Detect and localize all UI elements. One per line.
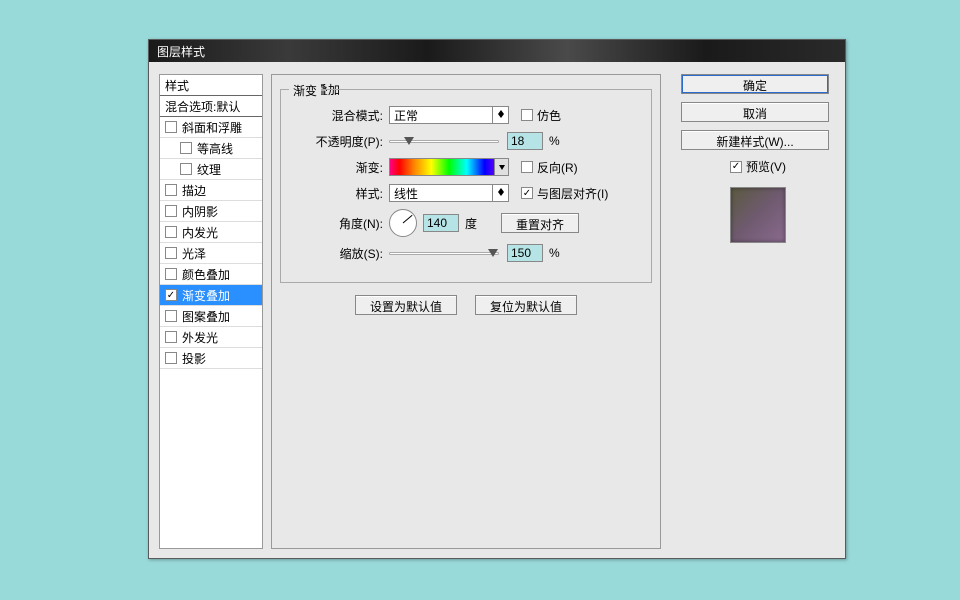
- list-item-label: 内发光: [182, 224, 218, 241]
- slider-thumb-icon[interactable]: [404, 137, 414, 145]
- list-item-inner-glow[interactable]: 内发光: [160, 222, 262, 243]
- preview-swatch: [730, 187, 786, 243]
- dither-label: 仿色: [537, 107, 561, 124]
- opacity-input[interactable]: 18: [507, 132, 543, 150]
- gradient-label: 渐变:: [291, 159, 383, 176]
- list-header-blend-label: 混合选项:默认: [165, 98, 240, 115]
- group-title: 渐变: [289, 82, 321, 99]
- percent-label: %: [549, 134, 560, 148]
- style-select[interactable]: 线性: [389, 184, 509, 202]
- list-item-label: 内阴影: [182, 203, 218, 220]
- checkbox-icon[interactable]: [165, 331, 177, 343]
- layer-style-dialog: 图层样式 样式 混合选项:默认 斜面和浮雕 等高线 纹理: [148, 39, 846, 559]
- list-item-pattern-overlay[interactable]: 图案叠加: [160, 306, 262, 327]
- list-item-label: 纹理: [197, 161, 221, 178]
- list-item-stroke[interactable]: 描边: [160, 180, 262, 201]
- list-item-label: 光泽: [182, 245, 206, 262]
- gradient-picker[interactable]: [389, 158, 509, 176]
- checkbox-icon[interactable]: [165, 289, 177, 301]
- preview-label: 预览(V): [746, 158, 786, 175]
- dialog-title: 图层样式: [157, 43, 205, 60]
- row-gradient: 渐变: 反向(R): [291, 154, 641, 180]
- list-header-styles[interactable]: 样式: [160, 75, 262, 96]
- chevron-updown-icon: [492, 185, 508, 201]
- align-checkbox[interactable]: [521, 187, 533, 199]
- align-label: 与图层对齐(I): [537, 185, 608, 202]
- list-item-label: 描边: [182, 182, 206, 199]
- list-item-bevel[interactable]: 斜面和浮雕: [160, 117, 262, 138]
- scale-input[interactable]: 150: [507, 244, 543, 262]
- row-opacity: 不透明度(P): 18 %: [291, 128, 641, 154]
- ok-button[interactable]: 确定: [681, 74, 829, 94]
- checkbox-icon[interactable]: [165, 247, 177, 259]
- preview-checkbox[interactable]: [730, 161, 742, 173]
- checkbox-icon[interactable]: [165, 352, 177, 364]
- style-value: 线性: [394, 185, 418, 202]
- list-item-texture[interactable]: 纹理: [160, 159, 262, 180]
- list-item-label: 渐变叠加: [182, 287, 230, 304]
- opacity-label: 不透明度(P):: [291, 133, 383, 150]
- opacity-slider[interactable]: [389, 140, 499, 143]
- scale-label: 缩放(S):: [291, 245, 383, 262]
- list-item-label: 颜色叠加: [182, 266, 230, 283]
- list-header-label: 样式: [165, 77, 189, 94]
- action-panel: 确定 取消 新建样式(W)... 预览(V): [681, 74, 835, 243]
- list-item-inner-shadow[interactable]: 内阴影: [160, 201, 262, 222]
- angle-label: 角度(N):: [291, 215, 383, 232]
- make-default-button[interactable]: 设置为默认值: [355, 295, 457, 315]
- slider-thumb-icon[interactable]: [488, 249, 498, 257]
- list-item-label: 投影: [182, 350, 206, 367]
- percent-label: %: [549, 246, 560, 260]
- checkbox-icon[interactable]: [165, 310, 177, 322]
- new-style-button[interactable]: 新建样式(W)...: [681, 130, 829, 150]
- checkbox-icon[interactable]: [165, 121, 177, 133]
- list-item-drop-shadow[interactable]: 投影: [160, 348, 262, 369]
- list-item-label: 图案叠加: [182, 308, 230, 325]
- reverse-label: 反向(R): [537, 159, 578, 176]
- blend-mode-value: 正常: [394, 107, 418, 124]
- row-scale: 缩放(S): 150 %: [291, 240, 641, 266]
- blend-mode-label: 混合模式:: [291, 107, 383, 124]
- titlebar[interactable]: 图层样式: [149, 40, 845, 62]
- reset-align-button[interactable]: 重置对齐: [501, 213, 579, 233]
- chevron-down-icon[interactable]: [494, 159, 508, 175]
- angle-input[interactable]: 140: [423, 214, 459, 232]
- preview-toggle[interactable]: 预览(V): [681, 158, 835, 175]
- dither-checkbox[interactable]: [521, 109, 533, 121]
- dialog-content: 样式 混合选项:默认 斜面和浮雕 等高线 纹理 描边: [159, 70, 835, 548]
- cancel-button[interactable]: 取消: [681, 102, 829, 122]
- checkbox-icon[interactable]: [165, 184, 177, 196]
- checkbox-icon[interactable]: [180, 163, 192, 175]
- list-header-blend[interactable]: 混合选项:默认: [160, 96, 262, 117]
- reverse-checkbox[interactable]: [521, 161, 533, 173]
- checkbox-icon[interactable]: [165, 226, 177, 238]
- list-item-outer-glow[interactable]: 外发光: [160, 327, 262, 348]
- checkbox-icon[interactable]: [165, 268, 177, 280]
- style-label: 样式:: [291, 185, 383, 202]
- blend-mode-select[interactable]: 正常: [389, 106, 509, 124]
- list-item-contour[interactable]: 等高线: [160, 138, 262, 159]
- row-blend-mode: 混合模式: 正常 仿色: [291, 102, 641, 128]
- settings-panel: 渐变叠加 渐变 混合模式: 正常 仿色 不透明度(P):: [271, 74, 661, 549]
- list-item-color-overlay[interactable]: 颜色叠加: [160, 264, 262, 285]
- reset-default-button[interactable]: 复位为默认值: [475, 295, 577, 315]
- checkbox-icon[interactable]: [180, 142, 192, 154]
- checkbox-icon[interactable]: [165, 205, 177, 217]
- row-style: 样式: 线性 与图层对齐(I): [291, 180, 641, 206]
- effects-list: 样式 混合选项:默认 斜面和浮雕 等高线 纹理 描边: [159, 74, 263, 549]
- list-item-gradient-overlay[interactable]: 渐变叠加: [160, 285, 262, 306]
- row-angle: 角度(N): 140 度 重置对齐: [291, 206, 641, 240]
- angle-unit: 度: [465, 215, 477, 232]
- list-item-label: 等高线: [197, 140, 233, 157]
- list-item-satin[interactable]: 光泽: [160, 243, 262, 264]
- list-item-label: 斜面和浮雕: [182, 119, 242, 136]
- list-item-label: 外发光: [182, 329, 218, 346]
- chevron-updown-icon: [492, 107, 508, 123]
- scale-slider[interactable]: [389, 252, 499, 255]
- angle-dial[interactable]: [389, 209, 417, 237]
